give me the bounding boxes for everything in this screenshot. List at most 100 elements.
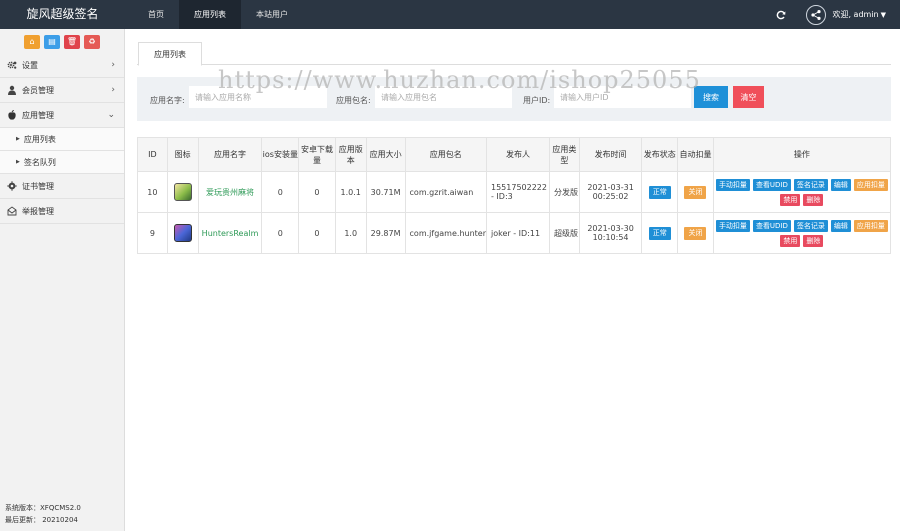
- triangle-right-icon: ▶: [16, 136, 20, 142]
- user-id-input[interactable]: [554, 86, 691, 108]
- header-app-version: 应用版本: [334, 137, 367, 172]
- disable-button[interactable]: 禁用: [780, 193, 801, 206]
- app-deduct-button[interactable]: 应用扣量: [853, 178, 888, 191]
- view-udid-button[interactable]: 查看UDID: [752, 178, 791, 191]
- cell-ios: 0: [261, 212, 300, 254]
- app-table: ID 图标 应用名字 ios安装量 安卓下载量 应用版本 应用大小 应用包名 发…: [137, 137, 892, 254]
- chevron-right-icon: ›: [111, 85, 115, 95]
- auto-deduct-badge[interactable]: 关闭: [684, 185, 707, 199]
- top-nav: 首页 应用列表 本站用户: [133, 0, 303, 29]
- sidebar-subitem-app-list[interactable]: ▶ 应用列表: [0, 128, 124, 151]
- sidebar-item-label: 证书管理: [22, 181, 54, 191]
- sign-records-button[interactable]: 签名记录: [793, 219, 828, 232]
- manual-deduct-button[interactable]: 手动扣量: [715, 178, 750, 191]
- cell-app-name[interactable]: 爱玩贵州麻将: [197, 171, 263, 213]
- cell-package: com.jfgame.hunter: [404, 212, 488, 254]
- cell-package: com.gzrit.aiwan: [404, 171, 488, 213]
- cell-ios: 0: [261, 171, 300, 213]
- brand-title: 旋风超级签名: [26, 7, 99, 21]
- sidebar-item-label: 会员管理: [22, 85, 54, 95]
- cell-actions: 手动扣量 查看UDID 签名记录 编辑 应用扣量 禁用 删除: [712, 212, 892, 254]
- header-auto-deduct: 自动扣量: [677, 137, 714, 172]
- search-button[interactable]: 搜索: [694, 86, 728, 108]
- top-right-area: 欢迎, admin ▼: [776, 0, 886, 29]
- sidebar-item-reports[interactable]: 举报管理: [0, 199, 124, 224]
- recycle-icon[interactable]: ♻: [84, 35, 100, 49]
- app-name-input[interactable]: [189, 86, 327, 108]
- cell-auto: 关闭: [677, 171, 714, 213]
- header-app-size: 应用大小: [365, 137, 406, 172]
- refresh-icon[interactable]: [776, 10, 786, 20]
- search-panel: 应用名字: 应用包名: 用户ID: 搜索 清空: [137, 77, 891, 121]
- tab-app-list[interactable]: 应用列表: [138, 42, 202, 66]
- status-badge[interactable]: 正常: [648, 226, 671, 240]
- cell-icon: [166, 171, 199, 213]
- cert-icon: [6, 180, 18, 192]
- home-icon[interactable]: ⌂: [24, 35, 40, 49]
- sidebar-item-settings[interactable]: 设置 ›: [0, 53, 124, 78]
- user-menu[interactable]: 欢迎, admin ▼: [832, 9, 886, 20]
- header-app-type: 应用类型: [548, 137, 580, 172]
- mail-icon: [6, 205, 18, 217]
- app-deduct-button[interactable]: 应用扣量: [853, 219, 888, 232]
- sidebar-subitem-sign-queue[interactable]: ▶ 签名队列: [0, 151, 124, 174]
- cell-time: 2021-03-30 10:10:54: [578, 212, 643, 254]
- cell-id: 9: [137, 212, 168, 254]
- top-bar: 旋风超级签名 首页 应用列表 本站用户 欢迎, admin ▼: [0, 0, 900, 29]
- table-header-row: ID 图标 应用名字 ios安装量 安卓下载量 应用版本 应用大小 应用包名 发…: [137, 137, 892, 172]
- tab-bar: 应用列表: [137, 42, 891, 66]
- sidebar-subitem-label: 应用列表: [23, 134, 56, 144]
- chevron-right-icon: ›: [111, 60, 115, 70]
- header-id: ID: [137, 137, 168, 172]
- nav-home[interactable]: 首页: [133, 0, 179, 29]
- chevron-down-icon: ⌄: [107, 110, 115, 120]
- table-row: 9 HuntersRealm 0 0 1.0 29.87M com.jfgame…: [137, 212, 892, 254]
- edit-button[interactable]: 编辑: [830, 219, 851, 232]
- cell-publisher: joker - ID:11: [486, 212, 550, 254]
- action-buttons: 手动扣量 查看UDID 签名记录 编辑 应用扣量 禁用 删除: [714, 219, 890, 247]
- sidebar-item-label: 设置: [22, 60, 38, 70]
- manual-deduct-button[interactable]: 手动扣量: [715, 219, 750, 232]
- disable-button[interactable]: 禁用: [780, 234, 801, 247]
- cell-time: 2021-03-31 00:25:02: [578, 171, 643, 213]
- sidebar-item-members[interactable]: 会员管理 ›: [0, 78, 124, 103]
- user-id-label: 用户ID:: [523, 96, 551, 105]
- trash-icon[interactable]: 🗑︎: [64, 35, 80, 49]
- package-input[interactable]: [375, 86, 512, 108]
- last-updated: 最后更新： 20210204: [5, 516, 78, 524]
- apple-icon: [6, 109, 18, 121]
- cell-version: 1.0: [334, 212, 367, 254]
- sidebar-item-certificates[interactable]: 证书管理: [0, 174, 124, 199]
- auto-deduct-badge[interactable]: 关闭: [684, 226, 707, 240]
- sidebar: ⌂ ▤ 🗑︎ ♻ 设置 › 会员管理 › 应用管理 ⌄ ▶ 应用列表 ▶ 签名队…: [0, 29, 125, 531]
- share-icon[interactable]: [806, 4, 827, 25]
- file-icon[interactable]: ▤: [44, 35, 60, 49]
- delete-button[interactable]: 删除: [803, 193, 824, 206]
- cell-size: 29.87M: [365, 212, 406, 254]
- cell-actions: 手动扣量 查看UDID 签名记录 编辑 应用扣量 禁用 删除: [712, 171, 892, 213]
- header-android-downloads: 安卓下载量: [298, 137, 336, 172]
- sign-records-button[interactable]: 签名记录: [793, 178, 828, 191]
- triangle-right-icon: ▶: [16, 159, 20, 165]
- cell-status: 正常: [641, 212, 679, 254]
- cell-app-name[interactable]: HuntersRealm: [197, 212, 263, 254]
- app-icon-mahjong: [173, 183, 192, 201]
- sidebar-item-app-management[interactable]: 应用管理 ⌄: [0, 103, 124, 128]
- user-greeting: 欢迎, admin: [832, 10, 879, 19]
- status-badge[interactable]: 正常: [648, 185, 671, 199]
- cell-icon: [166, 212, 199, 254]
- edit-button[interactable]: 编辑: [830, 178, 851, 191]
- view-udid-button[interactable]: 查看UDID: [752, 219, 791, 232]
- quick-buttons: ⌂ ▤ 🗑︎ ♻: [24, 35, 100, 49]
- header-publish-time: 发布时间: [578, 137, 643, 172]
- delete-button[interactable]: 删除: [803, 234, 824, 247]
- clear-button[interactable]: 清空: [733, 86, 764, 108]
- cell-version: 1.0.1: [334, 171, 367, 213]
- nav-app-list[interactable]: 应用列表: [179, 0, 241, 29]
- header-ios-installs: ios安装量: [261, 137, 300, 172]
- nav-site-users[interactable]: 本站用户: [241, 0, 303, 29]
- gear-icon: [6, 59, 18, 71]
- cell-publisher: 15517502222 - ID:3: [486, 171, 550, 213]
- sidebar-subitem-label: 签名队列: [23, 157, 56, 167]
- header-icon: 图标: [166, 137, 199, 172]
